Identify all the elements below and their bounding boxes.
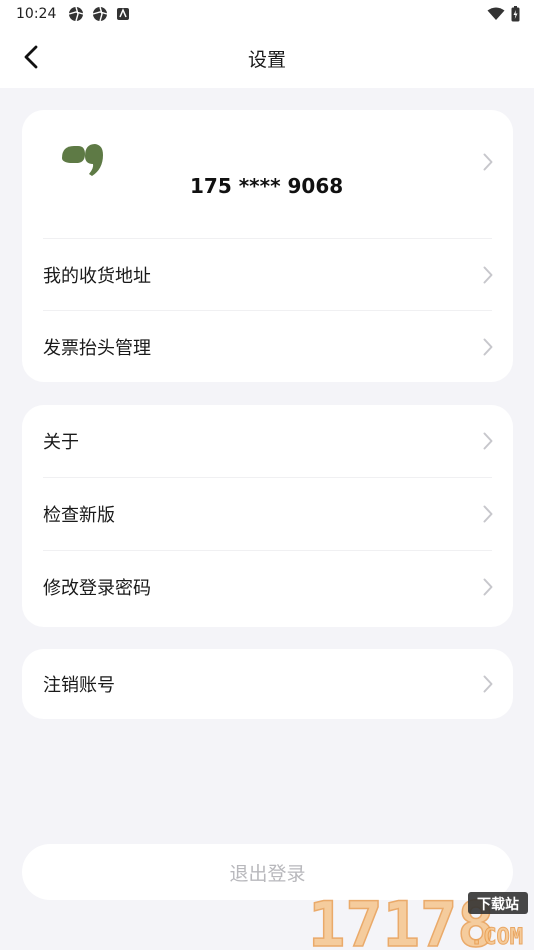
settings-item-label: 修改登录密码 xyxy=(43,578,151,599)
status-notification-icons xyxy=(68,6,130,22)
profile-phone-number: 175 **** 9068 xyxy=(190,174,344,198)
chevron-right-icon xyxy=(483,578,493,596)
settings-item-label: 关于 xyxy=(43,432,79,453)
settings-item-label: 我的收货地址 xyxy=(43,265,151,287)
status-time: 10:24 xyxy=(16,6,57,22)
settings-screen: 10:24 设置 175 **** 9068 我的收货地址 发票抬头管理 关于 … xyxy=(0,0,534,950)
settings-item-label: 检查新版 xyxy=(43,505,115,526)
watermark-brand: 17178 xyxy=(308,890,495,950)
battery-charging-icon xyxy=(511,6,520,22)
chevron-right-icon xyxy=(483,266,493,284)
status-bar: 10:24 xyxy=(0,0,534,28)
logout-label: 退出登录 xyxy=(229,862,306,885)
page-title: 设置 xyxy=(247,48,286,71)
settings-item-label: 注销账号 xyxy=(43,675,115,696)
status-system-icons xyxy=(487,6,520,22)
app-card: 关于 检查新版 修改登录密码 xyxy=(22,405,513,627)
aperture-icon xyxy=(68,6,84,22)
chevron-right-icon xyxy=(483,338,493,356)
avatar xyxy=(62,144,103,176)
settings-item-check-update[interactable]: 检查新版 xyxy=(22,478,513,550)
settings-item-change-password[interactable]: 修改登录密码 xyxy=(22,551,513,623)
chevron-left-icon xyxy=(24,45,38,69)
settings-item-label: 发票抬头管理 xyxy=(43,337,151,359)
settings-item-shipping-address[interactable]: 我的收货地址 xyxy=(22,239,513,310)
site-watermark: 17178 下载站 .COM xyxy=(307,890,528,950)
profile-row[interactable]: 175 **** 9068 xyxy=(22,110,513,238)
chevron-right-icon xyxy=(483,153,493,171)
chevron-right-icon xyxy=(483,505,493,523)
danger-card: 注销账号 xyxy=(22,649,513,719)
watermark-domain: .COM xyxy=(470,925,523,950)
settings-item-delete-account[interactable]: 注销账号 xyxy=(22,649,513,719)
account-card: 175 **** 9068 我的收货地址 发票抬头管理 xyxy=(22,110,513,382)
watermark-tag: 下载站 xyxy=(477,896,519,913)
back-button[interactable] xyxy=(14,40,48,74)
chevron-right-icon xyxy=(483,675,493,693)
settings-item-about[interactable]: 关于 xyxy=(22,405,513,477)
app-header: 设置 xyxy=(0,28,534,88)
wifi-icon xyxy=(487,7,505,21)
chevron-right-icon xyxy=(483,432,493,450)
aperture-icon xyxy=(92,6,108,22)
settings-item-invoice-title[interactable]: 发票抬头管理 xyxy=(22,311,513,382)
app-notification-icon xyxy=(116,7,130,21)
